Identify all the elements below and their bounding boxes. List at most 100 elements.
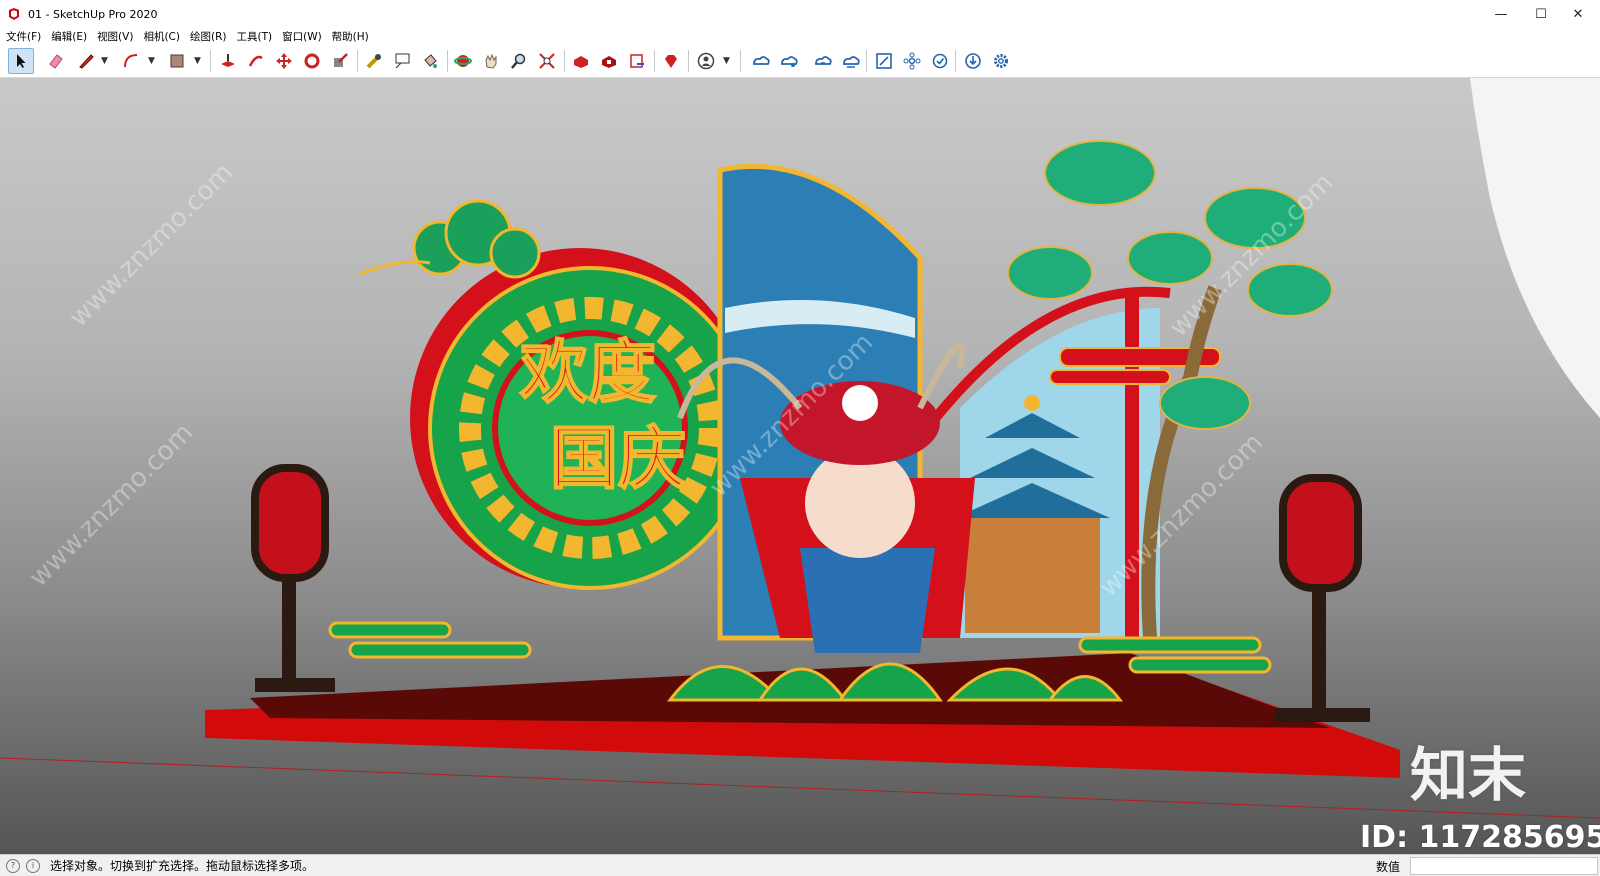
watermark-1: www.znzmo.com [64, 158, 239, 333]
zoom-extents-tool-button[interactable] [534, 48, 560, 74]
geolocation-icon[interactable]: ? [6, 858, 20, 873]
eraser-tool-button[interactable] [43, 48, 69, 74]
offset-tool-button[interactable] [243, 48, 269, 74]
minimize-icon: — [1494, 6, 1508, 22]
send-to-layout-tool-button[interactable] [624, 48, 650, 74]
update-check-icon [932, 53, 948, 69]
pan-hand-icon [485, 53, 497, 69]
zoom-tool-button[interactable] [506, 48, 532, 74]
model-viewport[interactable]: 欢度 国庆 www.znzmo.com www.znzmo.com www.zn… [0, 78, 1600, 854]
watermark-4: www.znzmo.com [24, 418, 199, 593]
zoom-icon [511, 53, 526, 69]
push-pull-icon [221, 54, 235, 67]
trimble-connect-icon [753, 56, 770, 65]
close-button[interactable]: ✕ [1555, 0, 1600, 28]
fit-view-tool-button[interactable] [871, 48, 897, 74]
menu-bar: 文件(F) 编辑(E) 视图(V) 相机(C) 绘图(R) 工具(T) 窗口(W… [0, 28, 1600, 44]
pan-tool-button[interactable] [478, 48, 504, 74]
ruby-gem-icon [665, 55, 677, 68]
line-dropdown-icon[interactable]: ▼ [101, 56, 108, 66]
measurements-label: 数值 [1376, 860, 1401, 874]
line-tool-button[interactable] [73, 48, 99, 74]
menu-draw[interactable]: 绘图(R) [190, 29, 227, 44]
cloud-share-icon [781, 56, 798, 67]
menu-help[interactable]: 帮助(H) [332, 29, 369, 44]
cloud-upload-tool-button[interactable] [838, 48, 864, 74]
menu-file[interactable]: 文件(F) [6, 29, 41, 44]
user-account-icon [697, 52, 715, 70]
download-icon [965, 53, 981, 69]
gear-icon [994, 54, 1008, 68]
right-lantern [1275, 474, 1370, 722]
banner-line2: 国庆 [550, 420, 686, 499]
move-tool-button[interactable] [271, 48, 297, 74]
push-pull-tool-button[interactable] [215, 48, 241, 74]
shape-tool-button[interactable] [164, 48, 190, 74]
toolbar: ▼ ▼ ▼ ▼ [0, 44, 1600, 78]
trimble-share-tool-button[interactable] [776, 48, 802, 74]
measurements-input[interactable] [1410, 857, 1598, 875]
pencil-icon [79, 54, 94, 69]
update-tool-button[interactable] [927, 48, 953, 74]
close-icon: ✕ [1572, 6, 1584, 22]
status-message: 选择对象。切换到扩充选择。拖动鼠标选择多项。 [50, 859, 315, 873]
extension-manager-tool-button[interactable] [658, 48, 684, 74]
model-id-label: ID: 1172856952 [1360, 820, 1600, 854]
text-tool-button[interactable] [389, 48, 415, 74]
brand-logo-text: 知末 [1410, 741, 1527, 809]
shape-dropdown-icon[interactable]: ▼ [194, 56, 201, 66]
menu-window[interactable]: 窗口(W) [282, 29, 322, 44]
paint-bucket-icon [424, 54, 437, 68]
extension-warehouse-tool-button[interactable] [596, 48, 622, 74]
select-tool-button[interactable] [8, 48, 34, 74]
layout-icon [630, 54, 644, 68]
text-label-icon [395, 53, 410, 69]
cloud-upload-icon [843, 56, 860, 68]
maximize-icon: ☐ [1535, 6, 1547, 22]
rectangle-icon [170, 54, 184, 68]
menu-view[interactable]: 视图(V) [97, 29, 133, 44]
3d-warehouse-tool-button[interactable] [568, 48, 594, 74]
rotate-icon [304, 53, 320, 69]
title-bar: 01 - SketchUp Pro 2020 — ☐ ✕ [0, 0, 1600, 28]
sketchup-logo-icon [9, 8, 19, 20]
eraser-icon [49, 54, 63, 69]
tape-measure-tool-button[interactable] [361, 48, 387, 74]
components-icon [903, 52, 921, 70]
components-tool-button[interactable] [899, 48, 925, 74]
cloud-sync-icon [815, 56, 832, 65]
banner-line1: 欢度 [519, 334, 656, 413]
orbit-tool-button[interactable] [450, 48, 476, 74]
menu-camera[interactable]: 相机(C) [143, 29, 180, 44]
status-bar: ? i 选择对象。切换到扩充选择。拖动鼠标选择多项。 数值 [0, 854, 1600, 876]
rotate-tool-button[interactable] [299, 48, 325, 74]
extension-warehouse-icon [602, 56, 616, 68]
festival-stage-model: 欢度 国庆 www.znzmo.com www.znzmo.com www.zn… [0, 78, 1600, 819]
scale-tool-button[interactable] [327, 48, 353, 74]
window-title: 01 - SketchUp Pro 2020 [28, 7, 158, 21]
fit-view-icon [876, 53, 892, 69]
paint-bucket-tool-button[interactable] [417, 48, 443, 74]
cloud-sync-tool-button[interactable] [810, 48, 836, 74]
download-tool-button[interactable] [960, 48, 986, 74]
warehouse-icon [574, 56, 588, 68]
tape-measure-icon [366, 54, 381, 69]
zoom-extents-icon [539, 53, 555, 69]
arc-icon [124, 54, 138, 68]
account-tool-button[interactable] [693, 48, 719, 74]
info-icon[interactable]: i [26, 858, 40, 873]
settings-tool-button[interactable] [988, 48, 1014, 74]
scale-icon [334, 53, 348, 67]
offset-icon [248, 55, 263, 67]
orbit-icon [454, 55, 472, 67]
arc-dropdown-icon[interactable]: ▼ [148, 56, 155, 66]
arc-tool-button[interactable] [118, 48, 144, 74]
menu-edit[interactable]: 编辑(E) [51, 29, 87, 44]
move-icon [276, 53, 292, 69]
select-arrow-icon [17, 54, 26, 68]
trimble-connect-tool-button[interactable] [748, 48, 774, 74]
menu-tools[interactable]: 工具(T) [236, 29, 272, 44]
account-dropdown-icon[interactable]: ▼ [723, 56, 730, 66]
cloud-decoration [359, 199, 541, 279]
left-lantern [251, 464, 335, 692]
